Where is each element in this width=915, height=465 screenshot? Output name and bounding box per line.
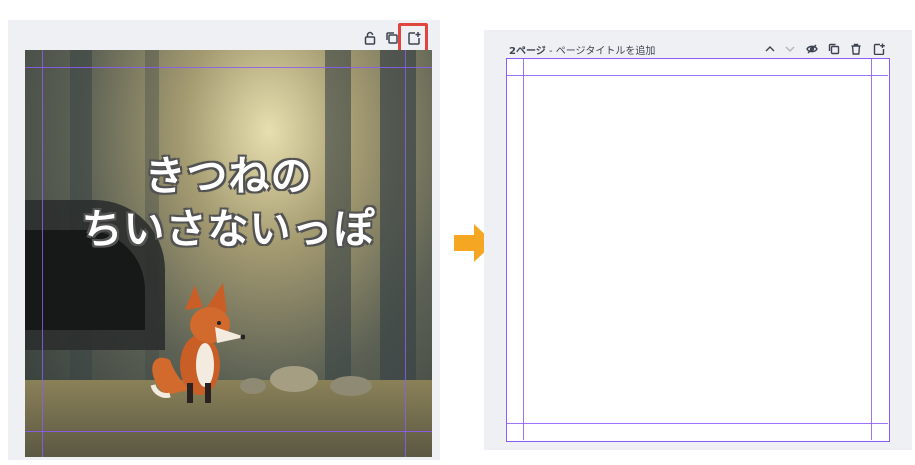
margin-guide xyxy=(25,431,432,432)
margin-guide xyxy=(871,59,872,440)
duplicate-icon[interactable] xyxy=(828,40,842,55)
rock xyxy=(270,366,318,392)
margin-guide xyxy=(507,423,888,424)
editor-page-1: きつねの ちいさないっぽ xyxy=(8,20,440,460)
margin-guide xyxy=(523,59,524,440)
book-title-line-2: ちいさないっぽ xyxy=(81,205,376,253)
page-number-label: 2ページ xyxy=(509,46,546,57)
margin-guide xyxy=(405,50,406,457)
chevron-down-icon[interactable] xyxy=(784,40,798,54)
lock-icon[interactable] xyxy=(362,30,378,46)
rock xyxy=(330,376,372,396)
margin-guide xyxy=(25,67,432,68)
editor-page-2: 2ページ - ページタイトルを追加 xyxy=(484,30,912,450)
page-header: 2ページ - ページタイトルを追加 xyxy=(509,42,655,57)
fox-illustration xyxy=(150,283,245,403)
page-canvas-fox-illustration[interactable]: きつねの ちいさないっぽ xyxy=(25,50,432,457)
margin-guide xyxy=(42,50,43,457)
add-page-icon[interactable] xyxy=(873,40,887,56)
chevron-up-icon[interactable] xyxy=(764,40,778,54)
duplicate-icon[interactable] xyxy=(384,30,400,46)
add-page-icon[interactable] xyxy=(406,30,422,46)
margin-guide xyxy=(507,75,888,76)
page-header-separator: - xyxy=(545,46,556,57)
book-title-line-1: きつねの xyxy=(144,152,313,200)
blank-page-canvas[interactable] xyxy=(506,58,890,442)
trash-icon[interactable] xyxy=(850,40,864,55)
page-title-input[interactable]: ページタイトルを追加 xyxy=(556,46,656,57)
eye-off-icon[interactable] xyxy=(806,40,820,54)
